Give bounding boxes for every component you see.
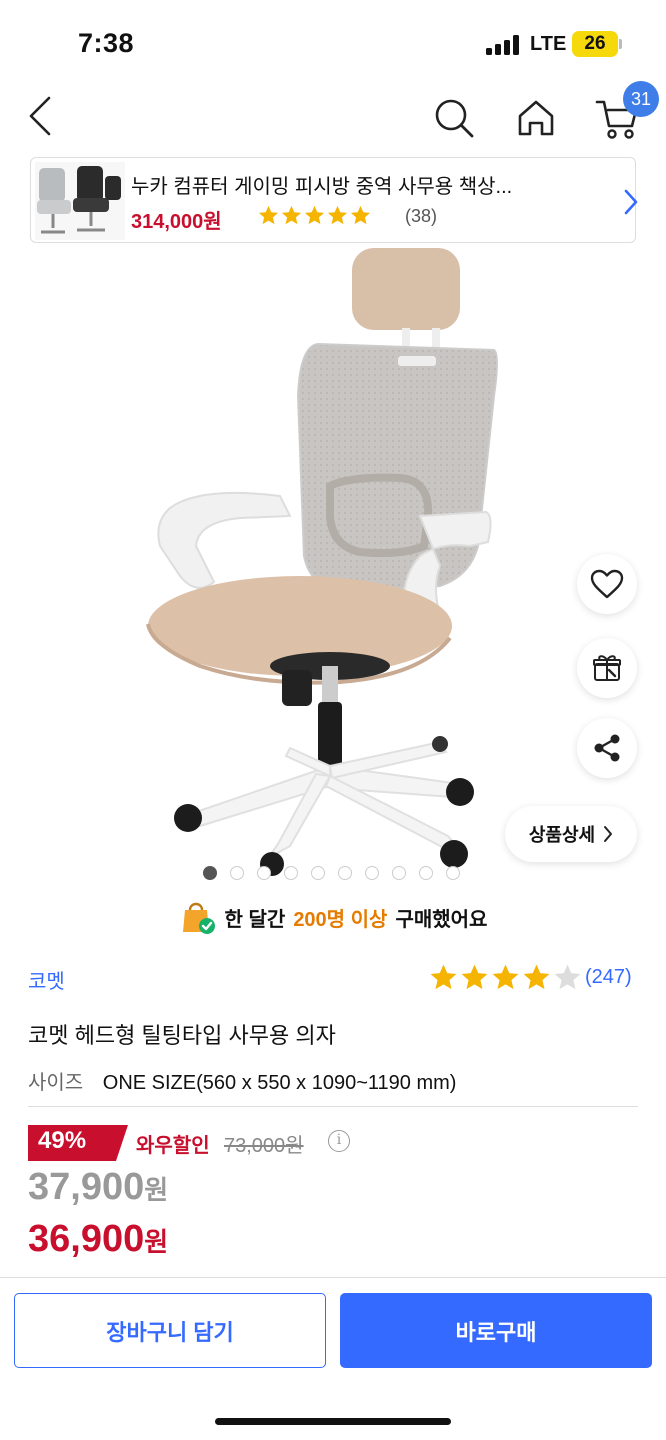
related-product-card[interactable]: 누카 컴퓨터 게이밍 피시방 중역 사무용 책상... 314,000원 (38… [30,157,638,243]
star-filled-icon [304,205,325,225]
purchase-note-prefix: 한 달간 [224,908,286,931]
gift-button[interactable] [577,638,637,698]
gallery-dot[interactable] [284,866,298,880]
battery-tip [619,39,622,49]
network-type: LTE [530,33,567,55]
divider [28,1106,638,1107]
heart-icon [590,569,624,599]
home-indicator [215,1418,451,1425]
size-value: ONE SIZE(560 x 550 x 1090~1190 mm) [102,1072,457,1094]
status-time: 7:38 [78,28,135,58]
gift-icon [593,655,621,681]
status-bar: 7:38 LTE 26 [0,0,666,80]
star-filled-icon [461,964,488,990]
size-label: 사이즈 [28,1072,84,1094]
shopping-bag-check-icon [182,902,215,934]
product-detail-label: 상품상세 [528,825,596,845]
top-nav [0,80,666,155]
star-filled-icon [523,964,550,990]
sale-price-currency: 원 [144,1175,169,1205]
purchase-count-note: 한 달간 200명 이상 구매했어요 [0,898,666,936]
related-product-stars [257,204,372,227]
product-review-count[interactable]: (247) [585,966,632,989]
related-product-thumbnail [35,162,125,240]
star-filled-icon [492,964,519,990]
related-product-title: 누카 컴퓨터 게이밍 피시방 중역 사무용 책상... [131,176,513,198]
battery-icon: 26 [572,31,618,57]
product-image[interactable] [0,246,666,886]
add-to-cart-button[interactable]: 장바구니 담기 [14,1293,326,1368]
original-price: 73,000원 [224,1135,304,1157]
star-filled-icon [350,205,371,225]
chevron-right-icon [604,826,613,842]
share-icon [594,734,620,762]
wow-price: 36,900원 [28,1218,168,1261]
home-button[interactable] [512,94,560,142]
gallery-dot[interactable] [446,866,460,880]
sale-price-value: 37,900 [28,1166,145,1208]
gallery-dot[interactable] [419,866,433,880]
wishlist-button[interactable] [577,554,637,614]
star-empty-icon [554,964,581,990]
related-product-review-count: (38) [405,206,438,226]
star-filled-icon [430,964,457,990]
info-icon[interactable]: i [328,1130,350,1152]
sale-price: 37,900원 [28,1166,168,1209]
product-rating-stars[interactable] [428,962,583,993]
purchase-note-suffix: 구매했어요 [395,908,488,931]
wow-discount-label: 와우할인 [136,1135,210,1157]
star-filled-icon [327,205,348,225]
gallery-dot[interactable] [392,866,406,880]
size-row: 사이즈 ONE SIZE(560 x 550 x 1090~1190 mm) [28,1066,456,1095]
gallery-dot[interactable] [257,866,271,880]
wow-price-value: 36,900 [28,1218,145,1260]
gallery-dot[interactable] [365,866,379,880]
gallery-pagination[interactable] [203,866,460,880]
gallery-dot[interactable] [338,866,352,880]
back-button[interactable] [18,94,62,138]
product-detail-button[interactable]: 상품상세 [505,806,637,862]
star-filled-icon [258,205,279,225]
home-icon [518,100,554,136]
discount-percent: 49% [38,1127,87,1154]
product-title: 코멧 헤드형 틸팅타입 사무용 의자 [28,1023,336,1048]
star-filled-icon [281,205,302,225]
battery-level: 26 [584,33,606,54]
gallery-dot[interactable] [311,866,325,880]
gallery-dot[interactable] [203,866,217,880]
wow-price-currency: 원 [144,1227,169,1257]
share-button[interactable] [577,718,637,778]
chevron-left-icon [29,96,51,136]
purchase-note-highlight: 200명 이상 [293,908,388,931]
search-icon [435,99,474,138]
office-chair-image [146,248,498,876]
buy-now-button[interactable]: 바로구매 [340,1293,652,1368]
chevron-right-icon [624,189,638,215]
gallery-dot[interactable] [230,866,244,880]
brand-link[interactable]: 코멧 [28,965,65,994]
related-product-price: 314,000원 [131,211,222,233]
search-button[interactable] [430,94,478,142]
cart-count-badge: 31 [623,81,659,117]
signal-icon [486,35,522,55]
